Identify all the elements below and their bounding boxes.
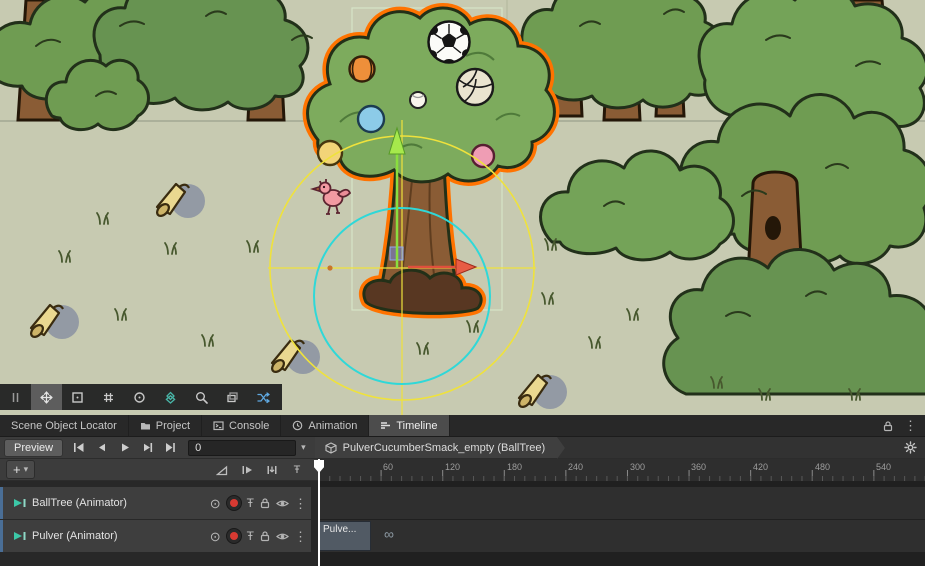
record-dot — [230, 532, 238, 540]
baseball[interactable] — [410, 92, 426, 108]
animator-track-icon — [13, 497, 27, 509]
track-row-pulver: Pulve... ∞ Pulver (Animator) ⊙ Ŧ ⋮ — [0, 520, 925, 552]
playhead[interactable] — [318, 459, 320, 566]
track-row-balltree: BallTree (Animator) ⊙ Ŧ ⋮ — [0, 487, 925, 519]
grid-tool-button[interactable] — [93, 384, 124, 410]
ruler-label: 540 — [876, 462, 891, 472]
previous-frame-button[interactable] — [90, 439, 113, 457]
track-name: BallTree (Animator) — [32, 497, 205, 509]
add-track-label: + — [13, 462, 21, 477]
ruler-label: 300 — [630, 462, 645, 472]
breadcrumb-bar: PulverCucumberSmack_empty (BallTree) — [315, 437, 925, 458]
sprite-tool-button[interactable] — [155, 384, 186, 410]
rotate-tool-button[interactable] — [124, 384, 155, 410]
tab-label: Timeline — [396, 420, 437, 432]
clock-icon — [292, 420, 303, 431]
tab-label: Animation — [308, 420, 357, 432]
record-button[interactable] — [226, 528, 242, 544]
timeline-header: Preview ▾ PulverCucumberSmack_empty (Bal… — [0, 437, 925, 459]
breadcrumb-title: PulverCucumberSmack_empty (BallTree) — [343, 442, 546, 454]
tab-timeline[interactable]: Timeline — [369, 415, 449, 436]
pin-icon[interactable]: Ŧ — [247, 497, 254, 509]
ruler-label: 60 — [383, 462, 393, 472]
frame-options-caret-icon[interactable]: ▾ — [296, 442, 311, 453]
timeline-toolbar-row: + ▾ Ŧ 60 120 180 240 300 360 420 480 540 — [0, 459, 925, 481]
replace-mode-icon[interactable] — [263, 461, 281, 479]
transport-controls — [67, 439, 182, 457]
pivot-dot — [327, 265, 332, 270]
go-to-start-button[interactable] — [67, 439, 90, 457]
blue-ball[interactable] — [358, 106, 384, 132]
folder-icon — [140, 420, 151, 431]
cube-icon — [325, 442, 337, 454]
timeline-clip[interactable]: Pulve... — [318, 521, 371, 551]
track-menu-icon[interactable]: ⋮ — [294, 530, 307, 543]
timeline-ruler[interactable]: 60 120 180 240 300 360 420 480 540 — [318, 459, 925, 481]
scene-toolbar — [0, 384, 282, 410]
eye-icon[interactable] — [276, 531, 289, 542]
preview-toggle-button[interactable]: Preview — [4, 439, 63, 457]
gear-icon[interactable] — [896, 441, 925, 454]
console-icon — [213, 420, 224, 431]
object-picker-icon[interactable]: ⊙ — [210, 497, 221, 510]
drag-handle-icon[interactable] — [0, 384, 31, 410]
track-menu-icon[interactable]: ⋮ — [294, 497, 307, 510]
play-button[interactable] — [113, 439, 136, 457]
track-lane-pulver[interactable]: Pulve... ∞ — [318, 520, 925, 552]
shuffle-tool-button[interactable] — [248, 384, 279, 410]
eye-icon[interactable] — [276, 498, 289, 509]
tab-console[interactable]: Console — [202, 415, 281, 436]
edit-mode-group: Ŧ — [213, 461, 306, 479]
record-button[interactable] — [226, 495, 242, 511]
scene-view[interactable] — [0, 0, 925, 415]
caret-down-icon: ▾ — [24, 464, 29, 475]
lock-icon[interactable] — [882, 420, 894, 432]
pumpkin[interactable] — [350, 57, 375, 82]
ruler-label: 120 — [445, 462, 460, 472]
ruler-label: 180 — [507, 462, 522, 472]
timeline-tracks-area: BallTree (Animator) ⊙ Ŧ ⋮ Pulve... ∞ Pul… — [0, 481, 925, 566]
tab-label: Scene Object Locator — [11, 420, 117, 432]
breadcrumb[interactable]: PulverCucumberSmack_empty (BallTree) — [315, 437, 558, 458]
lock-icon[interactable] — [259, 530, 271, 542]
go-to-end-button[interactable] — [159, 439, 182, 457]
next-frame-button[interactable] — [136, 439, 159, 457]
track-name: Pulver (Animator) — [32, 530, 205, 542]
track-header-pulver[interactable]: Pulver (Animator) ⊙ Ŧ ⋮ — [0, 520, 311, 552]
tab-animation[interactable]: Animation — [281, 415, 369, 436]
tab-label: Console — [229, 420, 269, 432]
rect-tool-button[interactable] — [62, 384, 93, 410]
object-picker-icon[interactable]: ⊙ — [210, 530, 221, 543]
window-tab-bar: Scene Object Locator Project Console Ani… — [0, 415, 925, 437]
ruler-label: 360 — [691, 462, 706, 472]
ripple-mode-icon[interactable] — [238, 461, 256, 479]
zoom-tool-button[interactable] — [186, 384, 217, 410]
animator-track-icon — [13, 530, 27, 542]
record-dot — [230, 499, 238, 507]
track-header-balltree[interactable]: BallTree (Animator) ⊙ Ŧ ⋮ — [0, 487, 311, 519]
volleyball[interactable] — [457, 69, 493, 105]
tab-scene-object-locator[interactable]: Scene Object Locator — [0, 415, 129, 436]
infinity-icon: ∞ — [384, 527, 394, 541]
add-track-button[interactable]: + ▾ — [6, 460, 35, 479]
unity-editor: { "colors": { "selection_outline": "#ff7… — [0, 0, 925, 566]
ruler-label: 480 — [815, 462, 830, 472]
current-frame-input[interactable] — [188, 440, 296, 456]
lock-icon[interactable] — [259, 497, 271, 509]
tab-project[interactable]: Project — [129, 415, 202, 436]
pin-icon[interactable]: Ŧ — [288, 461, 306, 479]
ruler-label: 420 — [753, 462, 768, 472]
mix-mode-icon[interactable] — [213, 461, 231, 479]
window-menu-icon[interactable]: ⋮ — [904, 419, 917, 432]
tab-label: Project — [156, 420, 190, 432]
track-accent — [0, 520, 3, 552]
scene-canvas[interactable] — [0, 0, 925, 415]
track-lane-balltree[interactable] — [318, 487, 925, 519]
ruler-label: 240 — [568, 462, 583, 472]
timeline-icon — [380, 420, 391, 431]
layers-tool-button[interactable] — [217, 384, 248, 410]
move-tool-button[interactable] — [31, 384, 62, 410]
pin-icon[interactable]: Ŧ — [247, 530, 254, 542]
track-accent — [0, 487, 3, 519]
